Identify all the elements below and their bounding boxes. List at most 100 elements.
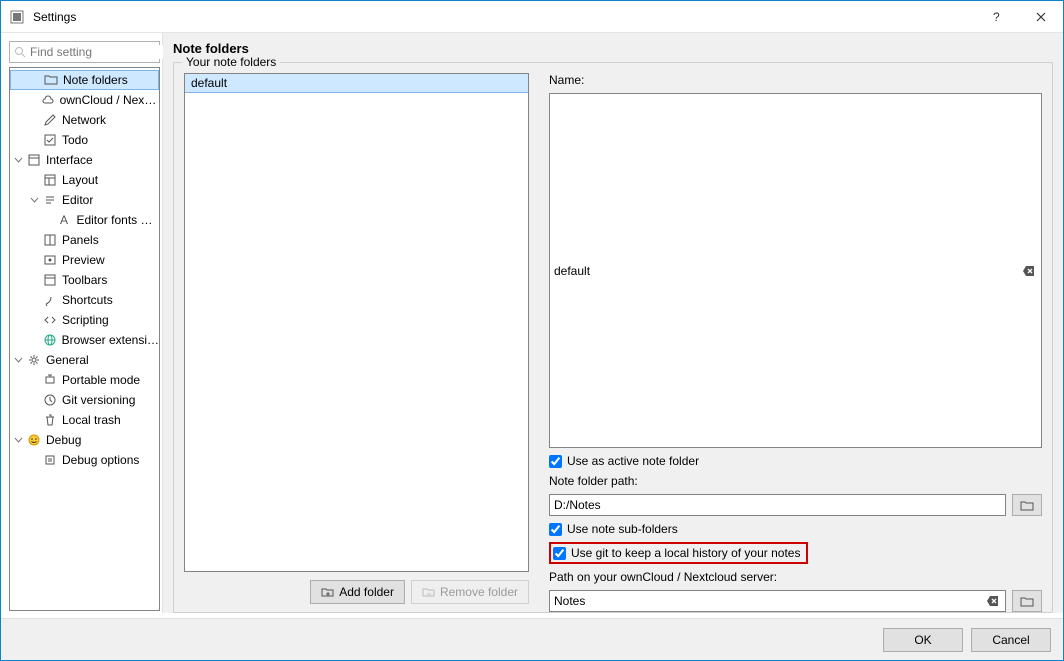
shortcuts-icon — [42, 293, 58, 307]
panels-icon — [42, 233, 58, 247]
portable-icon — [42, 373, 58, 387]
window-icon — [26, 153, 42, 167]
group-title: Your note folders — [182, 55, 280, 69]
browse-path-button[interactable] — [1012, 494, 1042, 516]
trash-icon — [42, 413, 58, 427]
help-button[interactable]: ? — [973, 1, 1018, 32]
tree-item-shortcuts[interactable]: Shortcuts — [10, 290, 159, 310]
tree-item-label: Shortcuts — [62, 293, 113, 307]
close-button[interactable] — [1018, 1, 1063, 32]
tree-item-trash[interactable]: Local trash — [10, 410, 159, 430]
tree-item-git[interactable]: Git versioning — [10, 390, 159, 410]
tree-item-label: Interface — [46, 153, 93, 167]
tree-item-label: Debug — [46, 433, 81, 447]
folder-listbox[interactable]: default — [184, 73, 529, 572]
tree-item-interface[interactable]: Interface — [10, 150, 159, 170]
tree-item-label: Debug options — [62, 453, 139, 467]
layout-icon — [42, 173, 58, 187]
tree-item-portable[interactable]: Portable mode — [10, 370, 159, 390]
dialog-footer: OK Cancel — [1, 618, 1063, 660]
server-path-input-wrap[interactable] — [549, 590, 1006, 612]
tree-item-general[interactable]: General — [10, 350, 159, 370]
settings-tree[interactable]: Note folders ownCloud / Nextcl… Network Tod… — [9, 67, 160, 611]
browse-server-path-button[interactable] — [1012, 590, 1042, 612]
cancel-button[interactable]: Cancel — [971, 628, 1051, 652]
tree-item-label: Local trash — [62, 413, 121, 427]
cloud-icon — [41, 93, 56, 107]
folder-icon — [43, 73, 59, 87]
server-path-input[interactable] — [554, 594, 985, 608]
subfolders-checkbox[interactable] — [549, 523, 562, 536]
subfolders-label: Use note sub-folders — [567, 522, 678, 536]
tree-item-label: Panels — [62, 233, 99, 247]
tree-item-debug-opts[interactable]: Debug options — [10, 450, 159, 470]
search-input[interactable] — [30, 45, 185, 59]
tree-item-label: Scripting — [62, 313, 109, 327]
svg-text:?: ? — [993, 10, 1000, 24]
path-input-wrap[interactable] — [549, 494, 1006, 516]
font-icon: A — [57, 213, 72, 227]
tree-item-label: Portable mode — [62, 373, 140, 387]
svg-text:A: A — [60, 213, 68, 227]
tree-item-label: General — [46, 353, 89, 367]
path-label: Note folder path: — [549, 474, 1042, 488]
server-path-label: Path on your ownCloud / Nextcloud server… — [549, 570, 1042, 584]
name-label: Name: — [549, 73, 1042, 87]
debug-icon — [42, 453, 58, 467]
tree-item-layout[interactable]: Layout — [10, 170, 159, 190]
remove-folder-button[interactable]: Remove folder — [411, 580, 529, 604]
add-folder-button[interactable]: Add folder — [310, 580, 405, 604]
expander-icon[interactable] — [30, 196, 42, 205]
panel-heading: Note folders — [173, 41, 1053, 56]
check-square-icon — [42, 133, 58, 147]
tree-item-preview[interactable]: Preview — [10, 250, 159, 270]
expander-icon[interactable] — [14, 156, 26, 165]
editor-icon — [42, 193, 58, 207]
ok-button[interactable]: OK — [883, 628, 963, 652]
expander-icon[interactable] — [14, 356, 26, 365]
git-checkbox[interactable] — [553, 547, 566, 560]
tree-item-label: Editor — [62, 193, 93, 207]
expander-icon[interactable] — [14, 436, 26, 445]
smile-icon — [26, 433, 42, 447]
tree-item-editor-fonts[interactable]: A Editor fonts & … — [10, 210, 159, 230]
clear-name-icon[interactable] — [1021, 266, 1037, 276]
tree-item-label: Preview — [62, 253, 105, 267]
search-icon — [14, 46, 26, 58]
toolbar-icon — [42, 273, 58, 287]
tree-item-label: Editor fonts & … — [76, 213, 159, 227]
tree-item-browser-ext[interactable]: Browser extension — [10, 330, 159, 350]
tree-item-label: Network — [62, 113, 106, 127]
active-folder-checkbox[interactable] — [549, 455, 562, 468]
add-folder-icon — [321, 586, 335, 598]
pencil-icon — [42, 113, 58, 127]
remove-folder-icon — [422, 586, 436, 598]
tree-item-scripting[interactable]: Scripting — [10, 310, 159, 330]
sidebar: Note folders ownCloud / Nextcl… Network Tod… — [1, 33, 163, 613]
window-title: Settings — [33, 10, 973, 24]
tree-item-label: Note folders — [63, 73, 128, 87]
path-input[interactable] — [554, 498, 1001, 512]
tree-item-panels[interactable]: Panels — [10, 230, 159, 250]
settings-panel: Note folders Your note folders default A… — [163, 33, 1063, 613]
titlebar: Settings ? — [1, 1, 1063, 33]
tree-item-note-folders[interactable]: Note folders — [10, 70, 159, 90]
tree-item-network[interactable]: Network — [10, 110, 159, 130]
tree-item-toolbars[interactable]: Toolbars — [10, 270, 159, 290]
name-input-wrap[interactable] — [549, 93, 1042, 448]
clear-server-path-icon[interactable] — [985, 596, 1001, 606]
search-input-wrap[interactable] — [9, 41, 160, 63]
gear-icon — [26, 353, 42, 367]
tree-item-debug[interactable]: Debug — [10, 430, 159, 450]
tree-item-editor[interactable]: Editor — [10, 190, 159, 210]
tree-item-todo[interactable]: Todo — [10, 130, 159, 150]
app-icon — [9, 9, 25, 25]
name-input[interactable] — [554, 264, 1021, 278]
git-label: Use git to keep a local history of your … — [571, 546, 800, 560]
note-folders-group: Your note folders default Add folder Rem… — [173, 62, 1053, 613]
folder-list-item[interactable]: default — [185, 74, 528, 93]
clock-icon — [42, 393, 58, 407]
tree-item-label: Git versioning — [62, 393, 135, 407]
tree-item-owncloud[interactable]: ownCloud / Nextcl… — [10, 90, 159, 110]
preview-icon — [42, 253, 58, 267]
